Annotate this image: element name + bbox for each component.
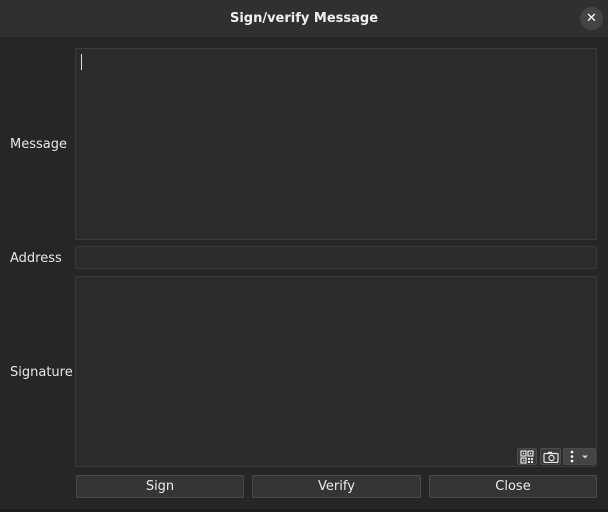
signature-textarea[interactable] [75,276,597,467]
close-button[interactable]: Close [429,475,597,498]
message-textarea[interactable] [75,48,597,240]
address-input[interactable] [75,246,597,269]
sign-verify-dialog: Sign/verify Message ✕ Message Address Si… [0,0,608,512]
address-label: Address [10,251,62,266]
qr-code-icon [520,449,534,464]
title-bar: Sign/verify Message ✕ [0,0,608,37]
kebab-menu-icon [570,450,573,463]
message-label: Message [10,137,67,152]
sign-button[interactable]: Sign [76,475,244,498]
scan-qr-camera-button[interactable] [540,448,561,465]
more-options-button[interactable] [563,448,596,465]
chevron-down-icon [581,455,588,458]
camera-icon [542,451,559,463]
signature-label: Signature [10,365,73,380]
show-qr-button[interactable] [517,448,537,465]
verify-button[interactable]: Verify [252,475,421,498]
close-icon: ✕ [586,11,597,26]
dialog-title: Sign/verify Message [229,11,379,26]
text-caret [81,54,82,70]
close-window-button[interactable]: ✕ [580,7,603,30]
